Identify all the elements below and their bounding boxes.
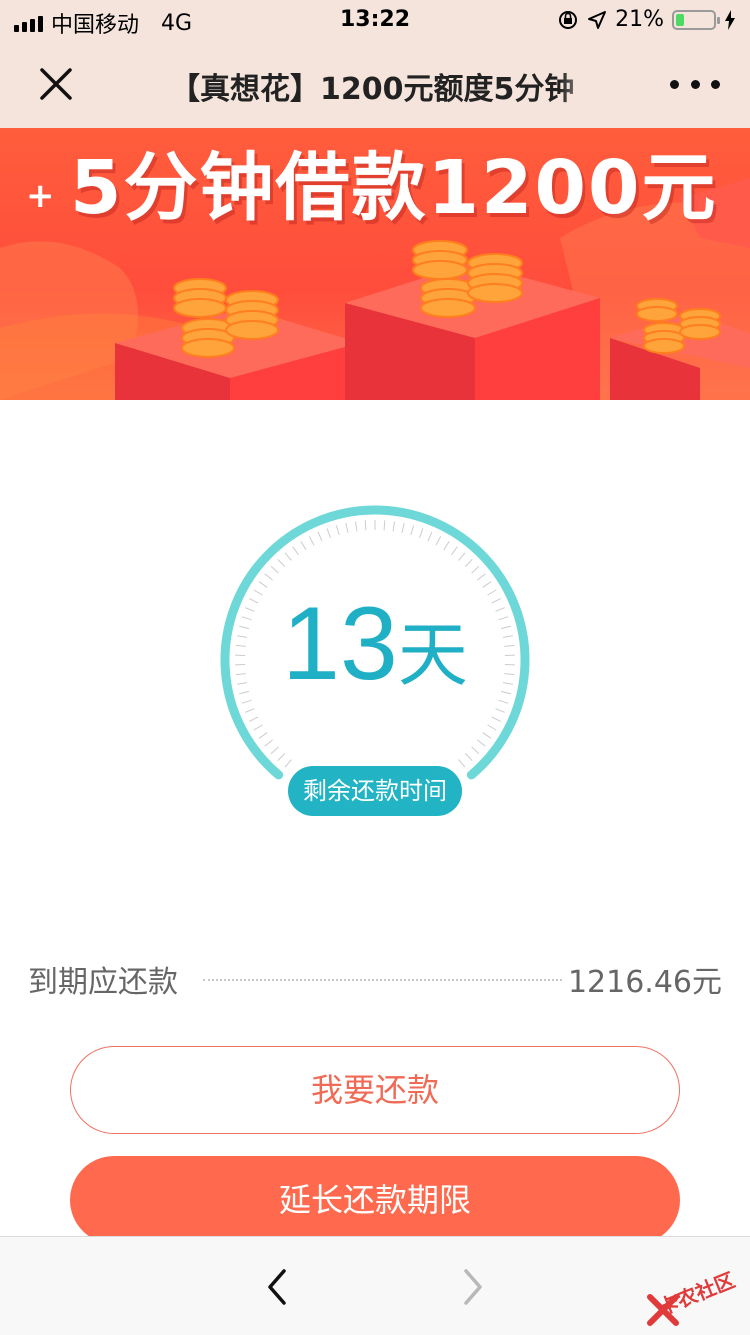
- gauge-tick: [327, 528, 330, 537]
- promo-banner[interactable]: + 5分钟借款1200元: [0, 128, 750, 400]
- gauge-tick: [488, 725, 497, 730]
- gauge-tick: [285, 760, 291, 768]
- due-amount: 1216.46元: [568, 957, 722, 1001]
- gauge-tick: [411, 525, 414, 535]
- due-label: 到期应还款: [28, 957, 178, 1001]
- gauge-tick: [259, 733, 267, 739]
- gauge-tick: [472, 747, 479, 754]
- gauge-tick: [428, 532, 432, 541]
- location-arrow-icon: [587, 10, 607, 30]
- orientation-lock-icon: [557, 9, 579, 31]
- watermark-text: 卡农社区: [653, 1264, 738, 1321]
- gauge-tick: [293, 547, 299, 555]
- gauge-tick: [318, 532, 322, 541]
- gauge-tick: [496, 709, 505, 713]
- close-icon[interactable]: [30, 58, 82, 110]
- gauge-tick: [459, 760, 465, 768]
- gauge-tick: [271, 566, 278, 573]
- nav-bar: 【真想花】1200元额度5分钟: [0, 40, 750, 128]
- gauge-tick: [356, 521, 357, 531]
- watermark-logo: 卡农社区: [644, 1269, 744, 1329]
- back-arrow-icon[interactable]: [258, 1265, 298, 1309]
- days-number: 13: [282, 586, 398, 702]
- gauge-tick: [301, 541, 306, 550]
- gauge-tick: [477, 740, 485, 746]
- gauge-tick: [459, 553, 465, 561]
- charging-bolt-icon: [724, 10, 736, 30]
- gauge-tick: [393, 521, 394, 531]
- gauge-tick: [265, 740, 273, 746]
- gauge-tick: [465, 559, 472, 566]
- gauge-tick: [285, 553, 291, 561]
- gauge-tick: [436, 536, 441, 545]
- gauge-tick: [346, 523, 348, 533]
- gauge-tick: [245, 709, 254, 713]
- battery-percent: 21%: [615, 7, 664, 32]
- gauge-tick: [336, 525, 339, 535]
- gauge-tick: [402, 523, 404, 533]
- gauge-tick: [265, 574, 273, 580]
- gauge-tick: [465, 754, 472, 761]
- gauge-tick: [309, 536, 314, 545]
- more-icon[interactable]: [670, 70, 720, 98]
- repay-button[interactable]: 我要还款: [70, 1046, 680, 1134]
- leader-dots: [203, 979, 562, 981]
- banner-sparkle: +: [26, 176, 55, 216]
- gauge-tick: [278, 754, 285, 761]
- days-unit: 天: [398, 614, 468, 696]
- countdown-value: 13天: [0, 585, 750, 704]
- extend-term-button[interactable]: 延长还款期限: [70, 1156, 680, 1244]
- gauge-tick: [249, 717, 258, 721]
- gauge-tick: [365, 520, 366, 530]
- gauge-tick: [472, 566, 479, 573]
- gauge-tick: [384, 520, 385, 530]
- remaining-time-badge: 剩余还款时间: [288, 766, 462, 816]
- due-amount-row: 到期应还款 1216.46元: [28, 955, 722, 999]
- gauge-tick: [483, 733, 491, 739]
- gauge-tick: [451, 547, 457, 555]
- gauge-tick: [477, 574, 485, 580]
- browser-toolbar: 卡农社区: [0, 1236, 750, 1335]
- gauge-tick: [420, 528, 423, 537]
- gauge-tick: [492, 717, 501, 721]
- status-right: 21%: [557, 7, 736, 32]
- status-bar: 中国移动 4G 13:22 21%: [0, 0, 750, 40]
- banner-headline: 5分钟借款1200元: [70, 128, 717, 235]
- page-title: 【真想花】1200元额度5分钟: [170, 64, 600, 104]
- gauge-tick: [278, 559, 285, 566]
- battery-icon: [672, 10, 716, 30]
- forward-arrow-icon[interactable]: [452, 1265, 492, 1309]
- gauge-tick: [444, 541, 449, 550]
- battery-fill: [676, 14, 684, 26]
- gauge-tick: [271, 747, 278, 754]
- gauge-tick: [254, 725, 263, 730]
